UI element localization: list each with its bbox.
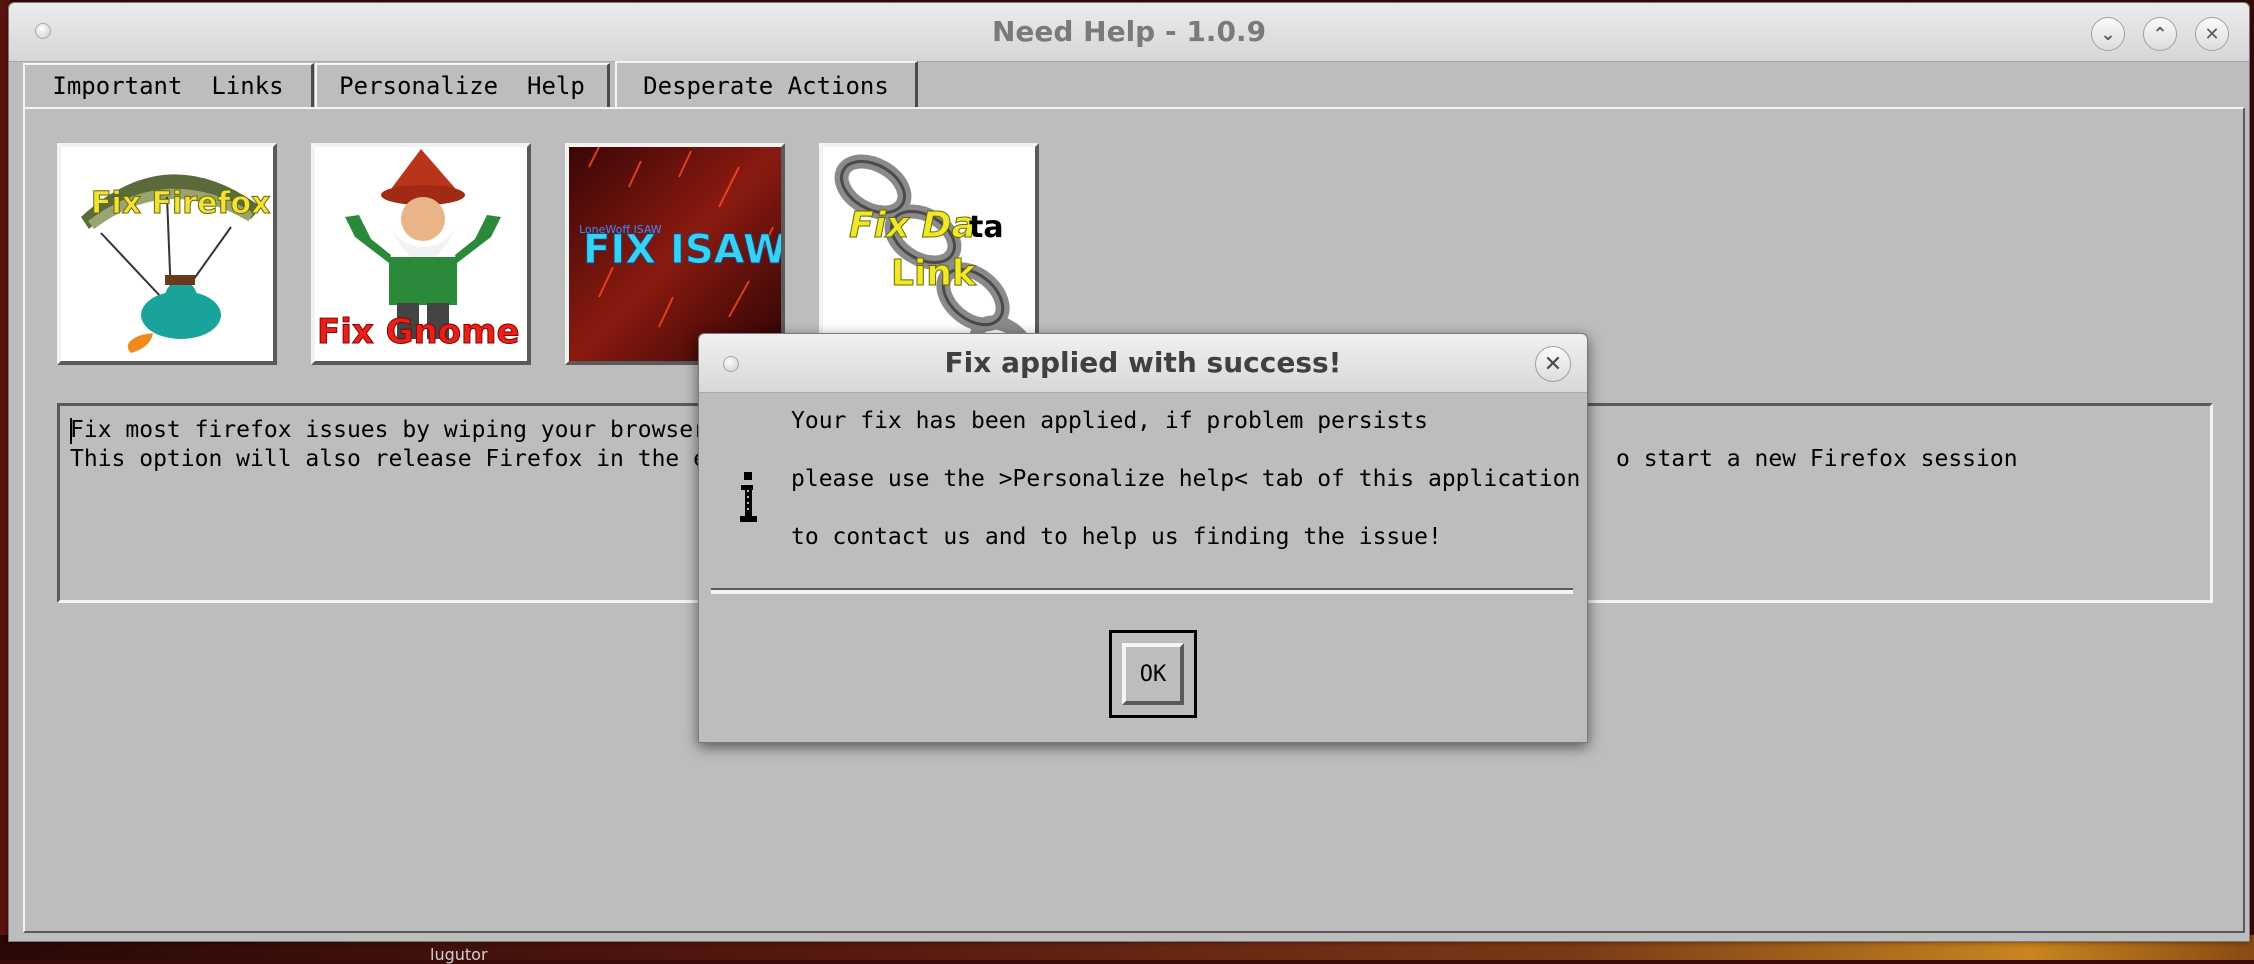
ok-button[interactable]: OK bbox=[1122, 643, 1184, 705]
tab-important-links[interactable]: Important Links bbox=[23, 63, 314, 107]
fix-gnome-button[interactable]: Fix Gnome bbox=[311, 143, 531, 365]
dialog-button-area: OK bbox=[711, 592, 1573, 732]
fix-isaw-image: LoneWoff ISAW FIX ISAW bbox=[569, 147, 781, 361]
description-line-2-tail: o start a new Firefox session bbox=[1616, 446, 2018, 472]
maximize-button[interactable]: ⌃ bbox=[2143, 17, 2177, 51]
dialog-close-button[interactable]: ✕ bbox=[1535, 346, 1571, 382]
window-title: Need Help - 1.0.9 bbox=[991, 15, 1267, 48]
dialog-titlebar[interactable]: Fix applied with success! ✕ bbox=[699, 334, 1587, 393]
dialog-message-line-1: Your fix has been applied, if problem pe… bbox=[791, 408, 1428, 434]
fix-firefox-caption: Fix Firefox bbox=[91, 186, 271, 221]
text-caret bbox=[70, 418, 72, 444]
dialog-title: Fix applied with success! bbox=[944, 346, 1342, 379]
fix-isaw-caption: FIX ISAW bbox=[583, 227, 781, 273]
taskbar-label: lugutor bbox=[430, 945, 488, 964]
fix-data-link-image: Fix Da ta Link bbox=[823, 147, 1035, 361]
dialog-message-area: Your fix has been applied, if problem pe… bbox=[711, 392, 1580, 592]
dialog-message-line-3: to contact us and to help us finding the… bbox=[791, 524, 1442, 550]
tab-personalize-help[interactable]: Personalize Help bbox=[315, 63, 610, 107]
success-dialog: Fix applied with success! ✕ Your fix has… bbox=[698, 333, 1588, 743]
minimize-button[interactable]: ⌄ bbox=[2091, 17, 2125, 51]
info-icon bbox=[740, 472, 757, 522]
fix-gnome-image: Fix Gnome bbox=[315, 147, 527, 361]
fix-data-link-button[interactable]: Fix Da ta Link bbox=[819, 143, 1039, 365]
fix-isaw-button[interactable]: LoneWoff ISAW FIX ISAW bbox=[565, 143, 785, 365]
fix-data-caption-top: Fix Da bbox=[849, 205, 976, 246]
chevron-up-icon: ⌃ bbox=[2152, 23, 2168, 45]
close-button[interactable]: ✕ bbox=[2195, 17, 2229, 51]
fix-data-caption-ta: ta bbox=[969, 210, 1004, 245]
fix-firefox-image: Fix Firefox bbox=[61, 147, 273, 361]
window-titlebar[interactable]: Need Help - 1.0.9 ⌄ ⌃ ✕ bbox=[9, 3, 2249, 62]
close-icon: ✕ bbox=[2204, 23, 2220, 45]
fix-gnome-caption: Fix Gnome bbox=[317, 312, 520, 352]
fix-data-caption-bottom: Link bbox=[891, 253, 977, 294]
fix-firefox-button[interactable]: Fix Firefox bbox=[57, 143, 277, 365]
dialog-message-line-2: please use the >Personalize help< tab of… bbox=[791, 466, 1581, 492]
tab-desperate-actions[interactable]: Desperate Actions bbox=[615, 61, 918, 109]
ok-button-focus-frame: OK bbox=[1109, 630, 1197, 718]
close-icon: ✕ bbox=[1543, 351, 1563, 377]
chevron-down-icon: ⌄ bbox=[2100, 23, 2116, 45]
